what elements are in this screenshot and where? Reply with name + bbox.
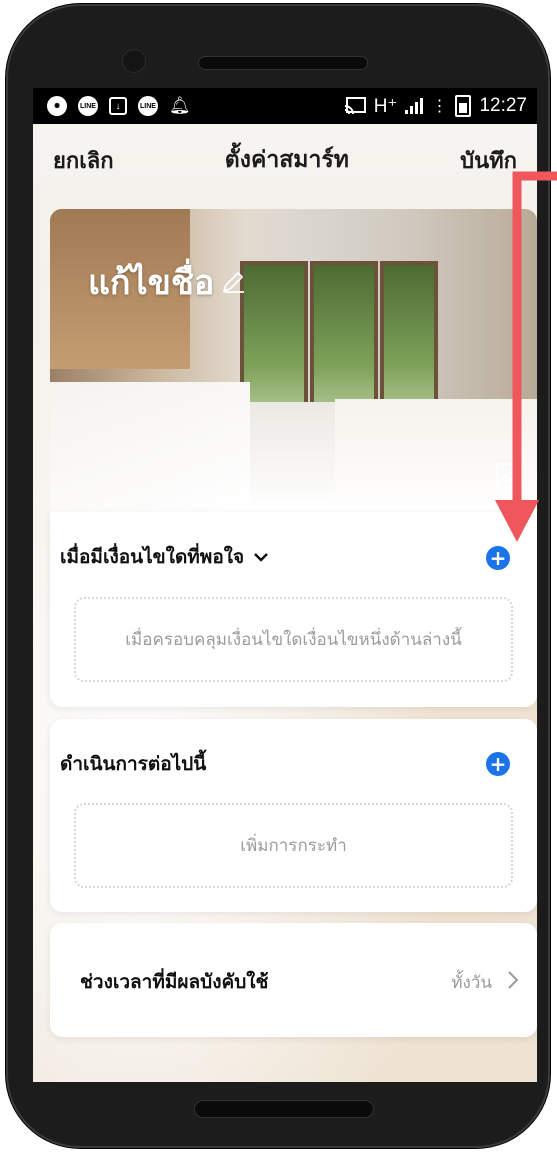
add-action-text: เพิ่มการกระทำ xyxy=(240,836,347,856)
phone-frame: ✺ LINE ↓ LINE 🔔︎ H⁺ ⋮ 12:27 ยกเลิก ตั้งค… xyxy=(6,4,550,1148)
app-header: ยกเลิก ตั้งค่าสมาร์ท บันทึก xyxy=(33,124,537,196)
status-bar: ✺ LINE ↓ LINE 🔔︎ H⁺ ⋮ 12:27 xyxy=(33,88,537,124)
kitchen-island xyxy=(335,399,537,512)
change-image-icon[interactable] xyxy=(495,462,523,490)
notification-bell-icon: 🔔︎ xyxy=(169,96,191,115)
line-app-icon: LINE xyxy=(78,96,98,116)
save-button[interactable]: บันทึก xyxy=(460,143,517,178)
clock: 12:27 xyxy=(479,95,527,116)
earpiece-speaker xyxy=(198,56,368,70)
scene-cover-image[interactable]: แก้ไขชื่อ xyxy=(50,209,537,512)
conditions-placeholder[interactable]: เมื่อครอบคลุมเงื่อนไขใดเงื่อนไขหนึ่งด้าน… xyxy=(74,597,513,682)
effective-period-value: ทั้งวัน xyxy=(451,973,492,993)
actions-card: ดำเนินการต่อไปนี้ + เพิ่มการกระทำ xyxy=(50,719,537,912)
edit-name-button[interactable]: แก้ไขชื่อ xyxy=(88,255,246,309)
add-action-placeholder[interactable]: เพิ่มการกระทำ xyxy=(74,803,513,888)
effective-period-label: ช่วงเวลาที่มีผลบังคับใช้ xyxy=(80,971,269,993)
cast-icon xyxy=(344,97,366,115)
aperture-icon: ✺ xyxy=(47,96,67,116)
kitchen-counter xyxy=(50,382,250,512)
network-type: H⁺ xyxy=(373,95,398,117)
chevron-down-icon xyxy=(254,553,269,562)
conditions-card: เมื่อมีเงื่อนไขใดที่พอใจ + เมื่อครอบคลุม… xyxy=(50,512,537,707)
conditions-placeholder-text: เมื่อครอบคลุมเงื่อนไขใดเงื่อนไขหนึ่งด้าน… xyxy=(125,630,462,650)
download-icon: ↓ xyxy=(109,97,127,115)
front-camera xyxy=(122,49,146,73)
battery-icon xyxy=(455,95,472,117)
add-condition-button[interactable]: + xyxy=(486,546,510,570)
actions-title: ดำเนินการต่อไปนี้ xyxy=(60,753,207,775)
bottom-speaker xyxy=(194,1100,374,1118)
pencil-icon xyxy=(222,271,245,293)
chevron-right-icon xyxy=(508,971,519,989)
signal-icon xyxy=(405,98,424,114)
conditions-dropdown[interactable]: เมื่อมีเงื่อนไขใดที่พอใจ xyxy=(60,542,269,572)
conditions-title: เมื่อมีเงื่อนไขใดที่พอใจ xyxy=(60,546,245,568)
effective-period-row[interactable]: ช่วงเวลาที่มีผลบังคับใช้ ทั้งวัน xyxy=(50,923,537,1037)
line-app-icon: LINE xyxy=(138,96,158,116)
add-action-button[interactable]: + xyxy=(486,752,510,776)
cancel-button[interactable]: ยกเลิก xyxy=(53,143,114,178)
page-title: ตั้งค่าสมาร์ท xyxy=(224,147,349,173)
vibrate-icon: ⋮ xyxy=(431,98,448,115)
app-screen: ✺ LINE ↓ LINE 🔔︎ H⁺ ⋮ 12:27 ยกเลิก ตั้งค… xyxy=(33,88,537,1082)
scene-name: แก้ไขชื่อ xyxy=(88,263,215,303)
